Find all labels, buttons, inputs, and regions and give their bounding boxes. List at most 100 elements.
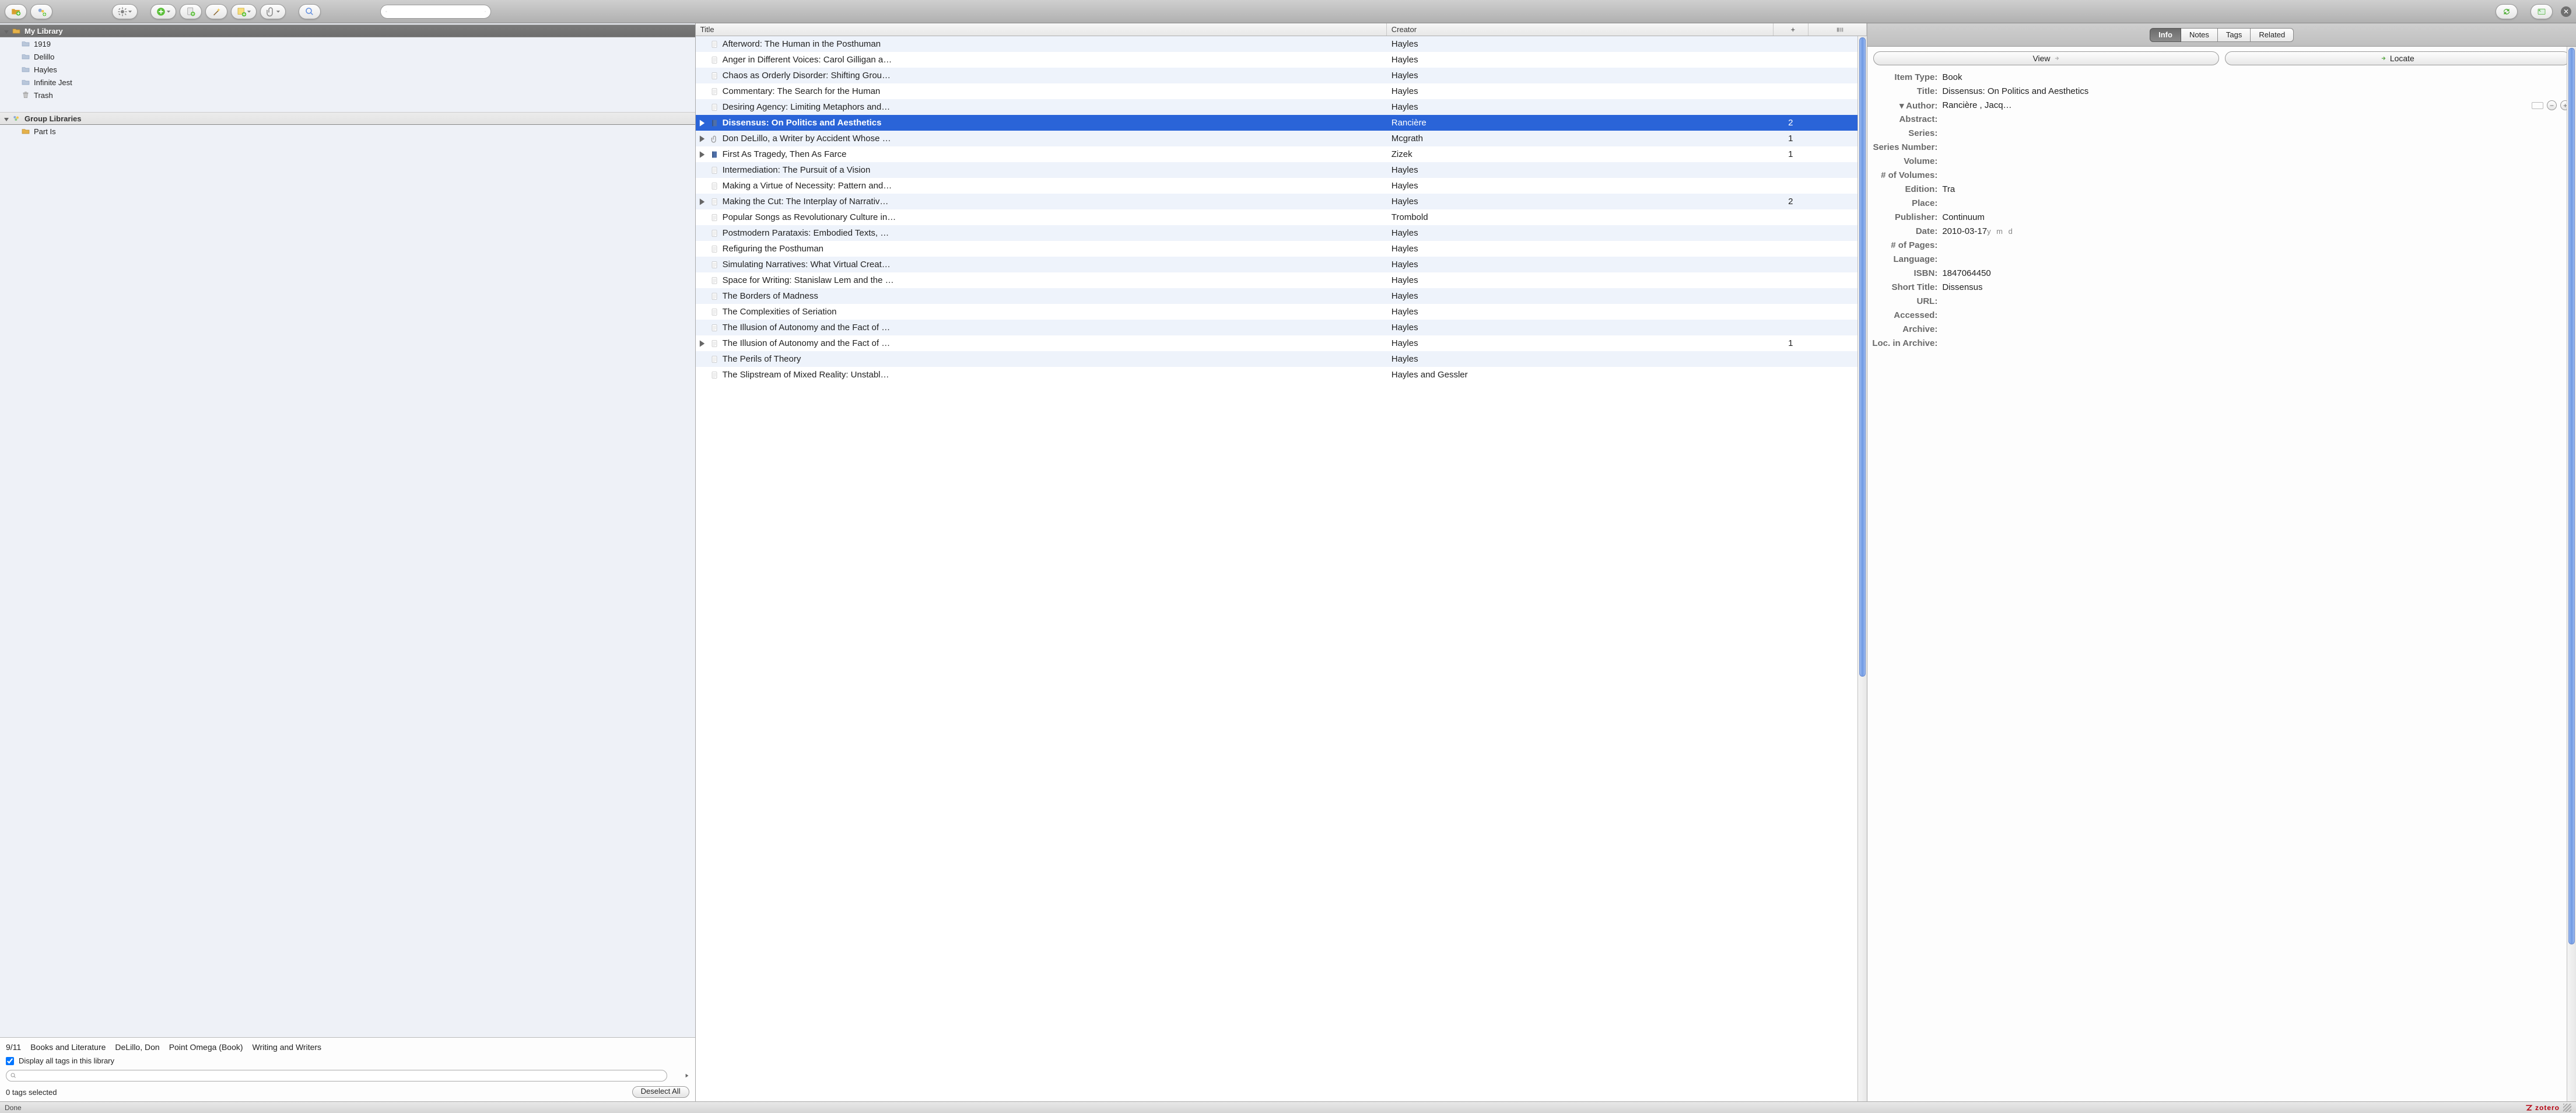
author-remove-button[interactable]: − [2547, 100, 2557, 110]
new-item-button[interactable] [150, 4, 176, 19]
column-header-attachments[interactable]: + [1774, 23, 1809, 36]
tag-chip[interactable]: Point Omega (Book) [169, 1042, 243, 1052]
item-row[interactable]: Desiring Agency: Limiting Metaphors and…… [696, 99, 1867, 115]
display-all-tags-checkbox[interactable] [6, 1057, 14, 1065]
collection-item[interactable]: Delillo [0, 50, 695, 63]
author-swap-icon[interactable] [2532, 102, 2543, 109]
new-collection-button[interactable] [5, 4, 27, 19]
column-header-creator[interactable]: Creator [1387, 23, 1774, 36]
view-button[interactable]: View [1873, 51, 2218, 65]
disclosure-triangle[interactable] [698, 198, 706, 206]
add-by-identifier-button[interactable] [205, 4, 227, 19]
metadata-value[interactable]: Book [1942, 72, 2570, 82]
scrollbar-thumb[interactable] [1859, 37, 1866, 677]
item-row[interactable]: Intermediation: The Pursuit of a Vision … [696, 162, 1867, 178]
tag-chip[interactable]: 9/11 [6, 1042, 21, 1052]
disclosure-triangle[interactable] [698, 119, 706, 127]
disclosure-triangle[interactable] [698, 150, 706, 159]
collection-item[interactable]: Hayles [0, 63, 695, 76]
resize-grip-icon[interactable] [2563, 1104, 2571, 1112]
metadata-value[interactable]: Dissensus: On Politics and Aesthetics [1942, 86, 2570, 96]
tab-related[interactable]: Related [2251, 28, 2294, 42]
item-row[interactable]: Simulating Narratives: What Virtual Crea… [696, 257, 1867, 272]
deselect-all-button[interactable]: Deselect All [632, 1086, 689, 1098]
gear-icon [117, 6, 128, 17]
tag-chip[interactable]: Books and Literature [30, 1042, 106, 1052]
item-row[interactable]: First As Tragedy, Then As Farce Zizek 1 [696, 146, 1867, 162]
metadata-row: Item Type: Book [1867, 71, 2570, 85]
item-row[interactable]: The Illusion of Autonomy and the Fact of… [696, 320, 1867, 335]
item-row[interactable]: Popular Songs as Revolutionary Culture i… [696, 209, 1867, 225]
library-header[interactable]: My Library [0, 24, 695, 37]
column-picker[interactable] [1809, 23, 1867, 36]
metadata-value[interactable]: Continuum [1942, 212, 2570, 222]
actions-menu-button[interactable] [112, 4, 138, 19]
add-attachment-button[interactable] [260, 4, 286, 19]
disclosure-triangle [698, 371, 706, 379]
new-note-button[interactable] [231, 4, 257, 19]
close-button[interactable]: ✕ [2561, 6, 2571, 17]
item-row[interactable]: The Perils of Theory Hayles [696, 351, 1867, 367]
item-row[interactable]: The Slipstream of Mixed Reality: Unstabl… [696, 367, 1867, 383]
item-row[interactable]: The Borders of Madness Hayles [696, 288, 1867, 304]
quick-search-input[interactable] [391, 8, 481, 16]
item-row[interactable]: Refiguring the Posthuman Hayles [696, 241, 1867, 257]
group-collection-item[interactable]: Part Is [0, 125, 695, 138]
scrollbar-thumb[interactable] [2568, 48, 2575, 944]
metadata-value[interactable]: Dissensus [1942, 282, 2570, 292]
metadata-value[interactable]: Tra [1942, 184, 2570, 194]
item-creator: Hayles [1387, 86, 1774, 96]
sync-button[interactable] [2496, 4, 2518, 19]
trash-item[interactable]: Trash [0, 89, 695, 102]
chevron-down-icon [247, 9, 251, 14]
metadata-value[interactable]: Rancière , Jacq… [1942, 100, 2529, 110]
doc-icon [710, 370, 719, 380]
locate-button[interactable]: Locate [2225, 51, 2570, 65]
collection-item[interactable]: Infinite Jest [0, 76, 695, 89]
collection-item[interactable]: 1919 [0, 37, 695, 50]
item-row[interactable]: The Illusion of Autonomy and the Fact of… [696, 335, 1867, 351]
advanced-search-button[interactable] [299, 4, 321, 19]
tag-search-input[interactable] [20, 1072, 663, 1080]
doc-icon [710, 355, 719, 364]
item-row[interactable]: Chaos as Orderly Disorder: Shifting Grou… [696, 68, 1867, 83]
toggle-tab-button[interactable] [2531, 4, 2553, 19]
item-row[interactable]: Commentary: The Search for the Human Hay… [696, 83, 1867, 99]
item-creator: Hayles [1387, 197, 1774, 206]
new-group-button[interactable] [30, 4, 52, 19]
tab-info[interactable]: Info [2150, 28, 2181, 42]
item-row[interactable]: Anger in Different Voices: Carol Gilliga… [696, 52, 1867, 68]
tag-color-grid-icon[interactable] [672, 1072, 680, 1080]
item-row[interactable]: Don DeLillo, a Writer by Accident Whose … [696, 131, 1867, 146]
item-creator: Hayles [1387, 39, 1774, 49]
tag-chip[interactable]: DeLillo, Don [115, 1042, 159, 1052]
tag-search-field[interactable] [6, 1070, 667, 1082]
column-header-title[interactable]: Title [696, 23, 1387, 36]
chevron-down-icon[interactable] [485, 9, 486, 14]
metadata-value[interactable]: 2010-03-17y m d [1942, 226, 2570, 236]
item-row[interactable]: The Complexities of Seriation Hayles [696, 304, 1867, 320]
collections-tree[interactable]: My Library 1919DelilloHaylesInfinite Jes… [0, 23, 695, 1037]
item-row[interactable]: Space for Writing: Stanislaw Lem and the… [696, 272, 1867, 288]
item-row[interactable]: Making the Cut: The Interplay of Narrati… [696, 194, 1867, 209]
locate-label: Locate [2390, 54, 2414, 63]
tab-tags[interactable]: Tags [2218, 28, 2251, 42]
quick-search-field[interactable] [380, 5, 491, 19]
group-libraries-header[interactable]: Group Libraries [0, 112, 695, 125]
item-row[interactable]: Postmodern Parataxis: Embodied Texts, … … [696, 225, 1867, 241]
new-item-from-page-button[interactable] [180, 4, 202, 19]
item-row[interactable]: Dissensus: On Politics and Aesthetics Ra… [696, 115, 1867, 131]
disclosure-triangle[interactable] [698, 135, 706, 143]
metadata-value[interactable]: 1847064450 [1942, 268, 2570, 278]
details-scrollbar[interactable] [2567, 47, 2576, 1101]
item-title: Dissensus: On Politics and Aesthetics [723, 118, 882, 128]
item-row[interactable]: Afterword: The Human in the Posthuman Ha… [696, 36, 1867, 52]
item-row[interactable]: Making a Virtue of Necessity: Pattern an… [696, 178, 1867, 194]
clip-icon [265, 6, 276, 17]
tag-chip[interactable]: Writing and Writers [253, 1042, 322, 1052]
tri-right-icon[interactable] [685, 1073, 689, 1078]
items-scrollbar[interactable] [1857, 36, 1867, 1101]
tab-notes[interactable]: Notes [2181, 28, 2218, 42]
item-title: Commentary: The Search for the Human [723, 86, 881, 96]
disclosure-triangle[interactable] [698, 340, 706, 348]
